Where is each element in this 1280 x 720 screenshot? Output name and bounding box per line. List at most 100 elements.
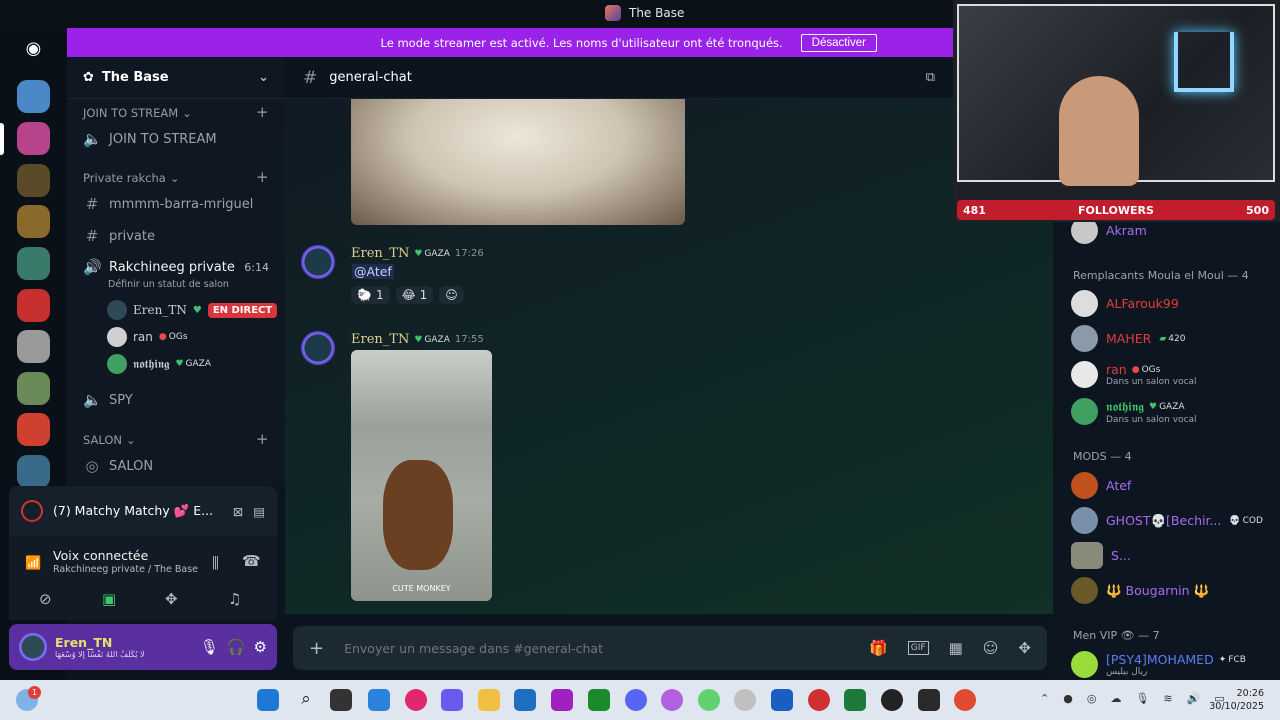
- add-channel-icon[interactable]: +: [256, 103, 269, 121]
- discord-home-icon[interactable]: ◉: [17, 32, 50, 65]
- server-icon[interactable]: [17, 80, 50, 113]
- word-icon[interactable]: [771, 689, 793, 711]
- noise-suppression-icon[interactable]: ⫼: [212, 554, 219, 572]
- emoji-icon[interactable]: ☺: [983, 639, 999, 657]
- channel-mmmm[interactable]: # mmmm-barra-mriguel: [83, 195, 254, 213]
- gift-icon[interactable]: 🎁: [869, 639, 888, 657]
- voice-channel-rakchineeg[interactable]: 🔊 Rakchineeg private 6:14: [83, 258, 269, 276]
- guild-header[interactable]: ✿ The Base ⌄: [67, 57, 285, 99]
- server-icon[interactable]: [17, 372, 50, 405]
- search-icon[interactable]: ⌕: [295, 689, 317, 711]
- tray-icon[interactable]: ●: [1063, 692, 1073, 705]
- gif-icon[interactable]: GIF: [907, 641, 929, 655]
- channel-private[interactable]: # private: [83, 227, 155, 245]
- popout-icon[interactable]: ▤: [253, 504, 265, 519]
- gear-icon[interactable]: ⚙: [254, 638, 267, 656]
- server-icon[interactable]: [17, 205, 50, 238]
- avatar[interactable]: [301, 331, 335, 365]
- heart-icon: ♥: [192, 304, 202, 316]
- opera-gx-icon[interactable]: [661, 689, 683, 711]
- add-reaction-icon[interactable]: ☺: [439, 286, 464, 304]
- server-icon[interactable]: [17, 247, 50, 280]
- member-item[interactable]: S...: [1071, 542, 1131, 569]
- member-item[interactable]: GHOST💀[Bechir... 💀 COD: [1071, 507, 1263, 534]
- voice-connected-label[interactable]: Voix connectée: [53, 548, 148, 563]
- voice-user[interactable]: Eren_TN ♥ EN DIRECT: [107, 300, 278, 320]
- threads-icon[interactable]: ⧉: [926, 70, 935, 85]
- app-icon[interactable]: [368, 689, 390, 711]
- volume-icon[interactable]: 🔊: [1187, 692, 1201, 705]
- add-channel-icon[interactable]: +: [256, 168, 269, 186]
- copilot-icon[interactable]: [441, 689, 463, 711]
- obs-icon[interactable]: [881, 689, 903, 711]
- reaction[interactable]: 🐑 1: [351, 286, 390, 304]
- category-join[interactable]: JOIN TO STREAM ⌄: [83, 106, 192, 120]
- store-icon[interactable]: [514, 689, 536, 711]
- member-item[interactable]: 🔱 Bougarnin 🔱: [1071, 577, 1209, 604]
- app-icon[interactable]: [918, 689, 940, 711]
- discord-icon[interactable]: [625, 689, 647, 711]
- disconnect-icon[interactable]: ☎: [242, 552, 261, 570]
- start-icon[interactable]: [257, 689, 279, 711]
- tray-icon[interactable]: ◎: [1087, 692, 1097, 705]
- channel-spy[interactable]: 🔈 SPY: [83, 391, 133, 409]
- voice-status-text[interactable]: Définir un statut de salon: [108, 279, 229, 290]
- opera-icon[interactable]: [405, 689, 427, 711]
- mention[interactable]: @Atef: [352, 264, 394, 279]
- mic-icon[interactable]: 🎙: [1135, 692, 1149, 705]
- voice-user[interactable]: ran ● OGs: [107, 327, 188, 347]
- chrome-icon[interactable]: [954, 689, 976, 711]
- signal-icon[interactable]: 📶: [25, 556, 41, 571]
- plus-icon[interactable]: +: [309, 638, 324, 659]
- server-icon[interactable]: [17, 455, 50, 488]
- member-item[interactable]: [PSY4]MOHAMED ✦ FCB ريال بيليس: [1071, 651, 1246, 678]
- message-input[interactable]: [344, 640, 850, 656]
- file-explorer-icon[interactable]: [478, 689, 500, 711]
- disable-streamer-button[interactable]: Désactiver: [800, 33, 877, 52]
- category-private[interactable]: Private rakcha ⌄: [83, 171, 179, 185]
- xbox-icon[interactable]: [588, 689, 610, 711]
- headphones-icon[interactable]: 🎧: [227, 638, 246, 656]
- server-icon[interactable]: [17, 289, 50, 322]
- sheep-image[interactable]: [351, 99, 685, 225]
- member-item[interactable]: Atef: [1071, 472, 1131, 499]
- browser-icon[interactable]: [698, 689, 720, 711]
- activities-icon[interactable]: ✥: [165, 590, 178, 608]
- server-icon[interactable]: [17, 330, 50, 363]
- browser-icon[interactable]: [734, 689, 756, 711]
- monkey-video[interactable]: CUTE MONKEY: [351, 350, 492, 601]
- channel-join-to-stream[interactable]: 🔈 JOIN TO STREAM: [83, 130, 217, 148]
- apps-icon[interactable]: ✥: [1018, 639, 1031, 657]
- member-item[interactable]: ALFarouk99: [1071, 290, 1179, 317]
- soundboard-icon[interactable]: ♫: [228, 590, 241, 608]
- sticker-icon[interactable]: ▦: [949, 639, 963, 657]
- member-item[interactable]: MAHER ▰ 420: [1071, 325, 1185, 352]
- user-info[interactable]: Eren_TN لَا يُكَلِّفُ اللَّهُ نَفْسًا إِ…: [55, 635, 192, 659]
- close-screen-icon[interactable]: ⊠: [233, 504, 243, 519]
- server-icon[interactable]: [17, 122, 50, 155]
- server-icon[interactable]: [17, 164, 50, 197]
- task-view-icon[interactable]: [330, 689, 352, 711]
- camera-off-icon[interactable]: ⊘: [39, 590, 52, 608]
- channel-salon[interactable]: ◎ SALON: [83, 457, 153, 475]
- pdf-icon[interactable]: [808, 689, 830, 711]
- avatar[interactable]: [301, 245, 335, 279]
- chevron-up-icon[interactable]: ⌃: [1040, 692, 1049, 705]
- app-icon[interactable]: [551, 689, 573, 711]
- microphone-icon[interactable]: 🎙: [200, 638, 219, 656]
- add-channel-icon[interactable]: +: [256, 430, 269, 448]
- category-salon[interactable]: SALON ⌄: [83, 433, 136, 447]
- excel-icon[interactable]: [844, 689, 866, 711]
- reaction[interactable]: 😂 1: [395, 286, 434, 304]
- member-item[interactable]: ran ● OGs Dans un salon vocal: [1071, 361, 1197, 388]
- voice-user[interactable]: 𝖓𝖔𝖙𝖍𝖎𝖓𝖌 ♥ GAZA: [107, 354, 211, 374]
- avatar[interactable]: [19, 633, 47, 661]
- call-bar[interactable]: (7) Matchy Matchy 💕 E... ⊠ ▤: [9, 486, 277, 536]
- voice-location[interactable]: Rakchineeg private / The Base: [53, 564, 198, 575]
- tray-icon[interactable]: ☁: [1110, 692, 1121, 705]
- screen-share-icon[interactable]: ▣: [102, 590, 116, 608]
- clock[interactable]: 20:26 30/10/2025: [1208, 687, 1264, 713]
- member-item[interactable]: 𝖓𝖔𝖙𝖍𝖎𝖓𝖌 ♥ GAZA Dans un salon vocal: [1071, 398, 1197, 425]
- server-icon[interactable]: [17, 413, 50, 446]
- wifi-icon[interactable]: ≋: [1163, 692, 1172, 705]
